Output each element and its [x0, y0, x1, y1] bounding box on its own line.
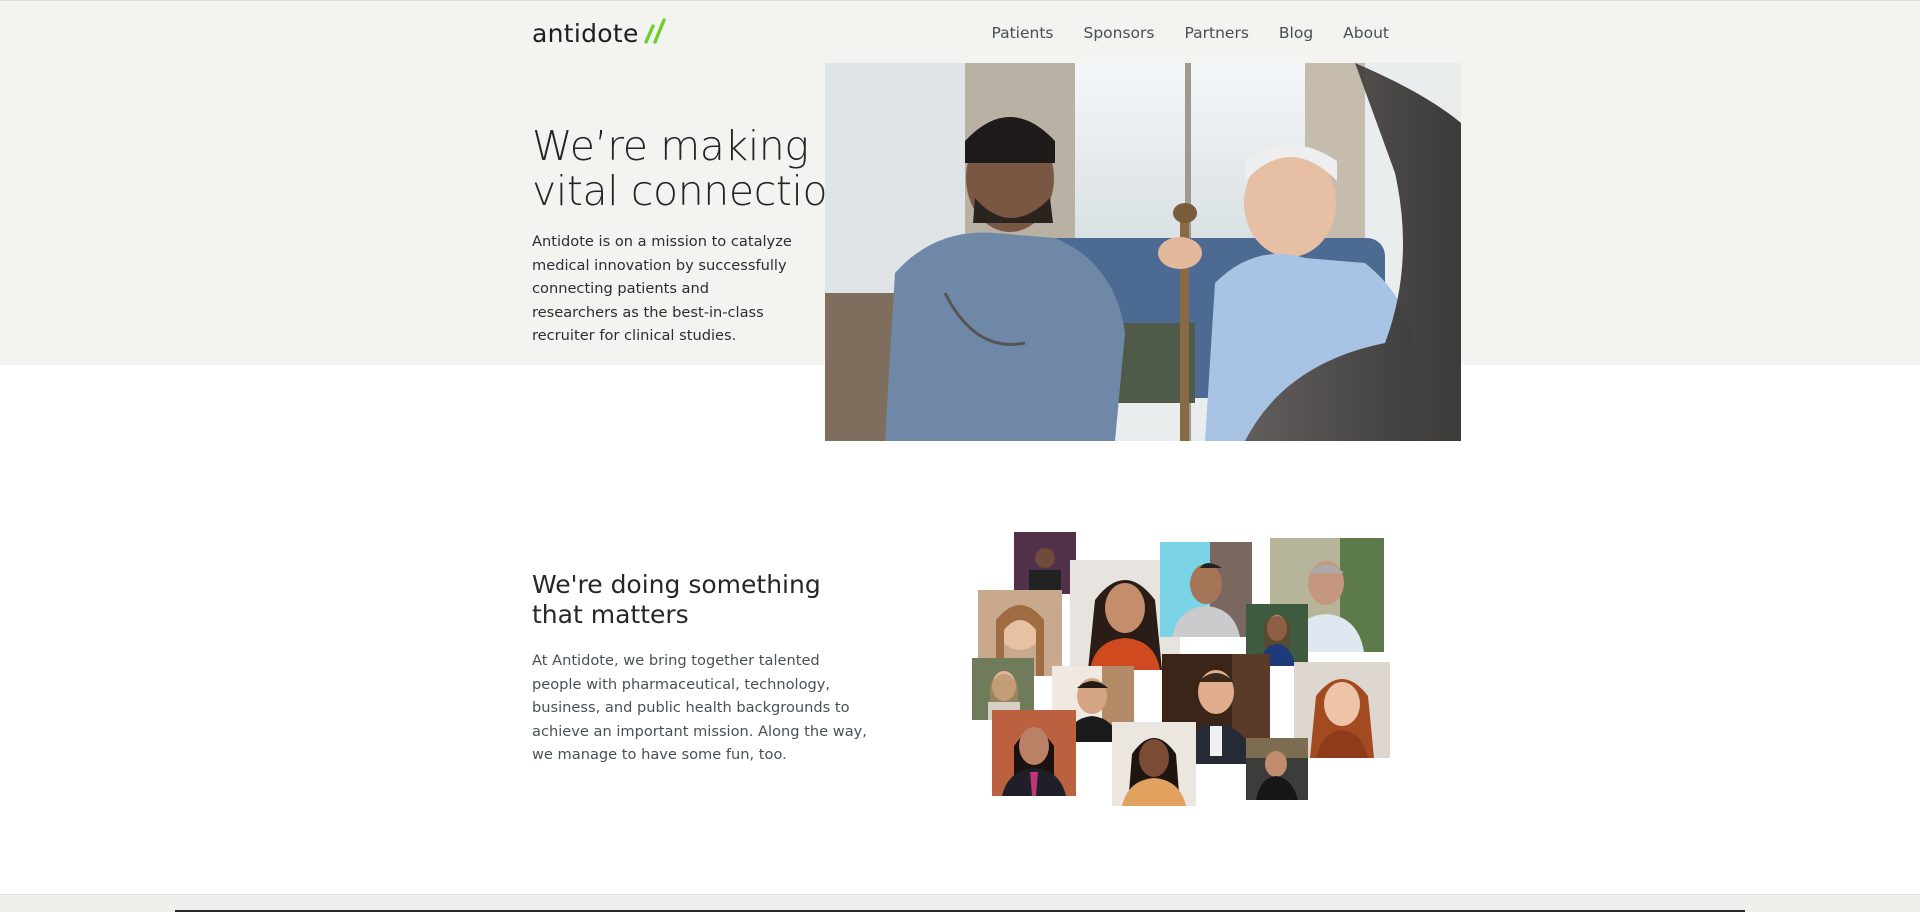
logo-wordmark: antidote [532, 19, 639, 48]
main-nav: Patients Sponsors Partners Blog About [991, 23, 1389, 43]
hero-photo-doctor-and-patient [825, 63, 1461, 441]
nav-blog[interactable]: Blog [1279, 23, 1313, 43]
logo-slash-icon [643, 18, 666, 44]
team-photo [1014, 532, 1076, 594]
section-title: We're doing something that matters [532, 570, 821, 629]
team-photo [1160, 542, 1252, 637]
team-photo [1112, 722, 1196, 806]
team-photo-collage [970, 532, 1390, 807]
nav-patients[interactable]: Patients [991, 23, 1053, 43]
hero-description: Antidote is on a mission to catalyze med… [532, 233, 792, 344]
team-photo [992, 710, 1076, 796]
nav-about[interactable]: About [1343, 23, 1389, 43]
nav-partners[interactable]: Partners [1184, 23, 1248, 43]
team-photo [1246, 738, 1308, 800]
antidote-logo[interactable]: antidote [532, 18, 668, 46]
section-description: At Antidote, we bring together talented … [532, 652, 867, 763]
team-photo [1294, 662, 1390, 758]
nav-sponsors[interactable]: Sponsors [1083, 23, 1154, 43]
